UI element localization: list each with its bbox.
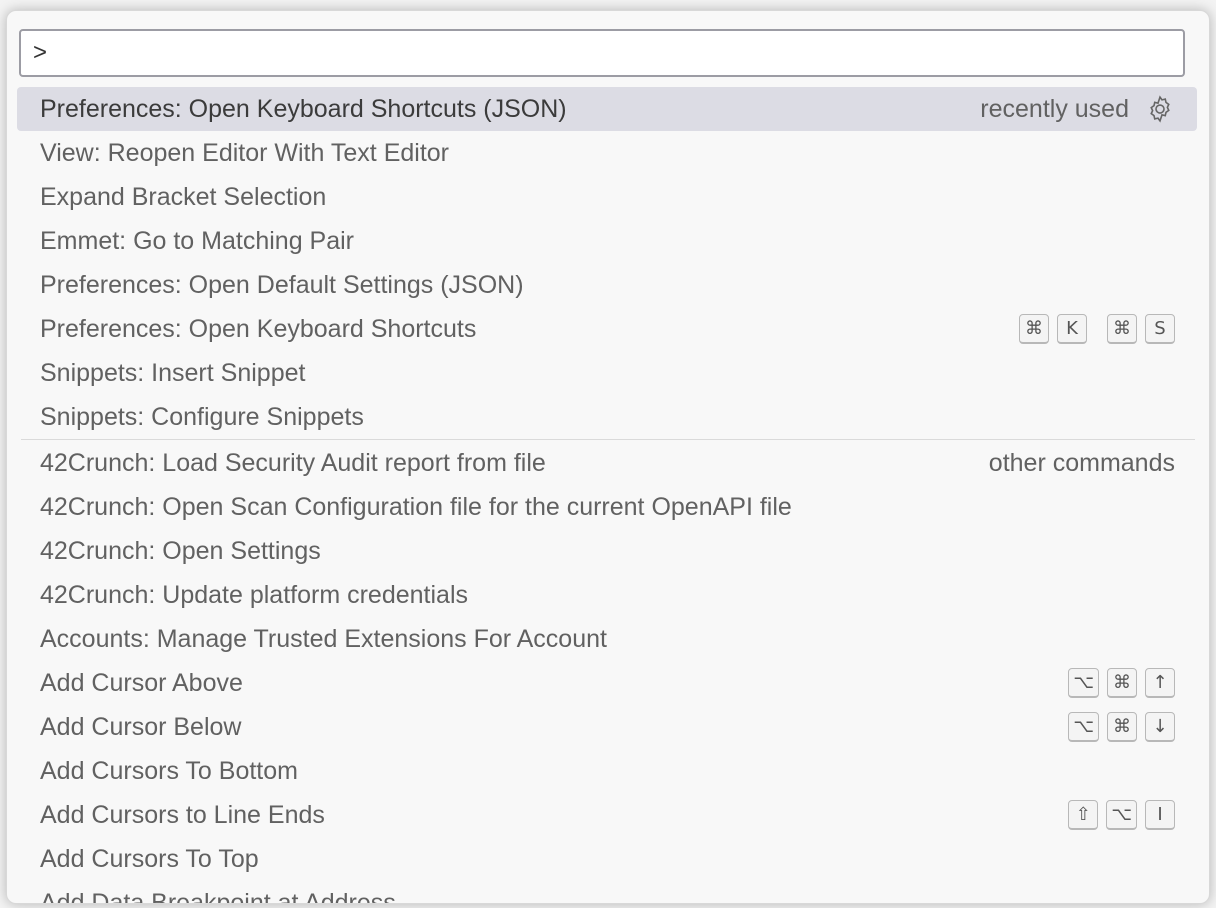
command-input-box[interactable] <box>19 29 1185 77</box>
key-chord: ⌥ ⌘ ↑ <box>1068 668 1175 698</box>
key-cap: ⌘ <box>1107 712 1137 742</box>
command-item-label: Preferences: Open Keyboard Shortcuts <box>40 314 477 343</box>
command-item-label: Add Data Breakpoint at Address <box>40 888 396 904</box>
key-chord: ⌘ K <box>1019 314 1087 344</box>
command-input[interactable] <box>21 31 1183 75</box>
keybinding: ⇧ ⌥ I <box>1068 800 1175 830</box>
key-cap: ↑ <box>1145 668 1175 698</box>
command-item[interactable]: Emmet: Go to Matching Pair <box>17 219 1197 263</box>
key-chord: ⌥ ⌘ ↓ <box>1068 712 1175 742</box>
command-item-meta: other commands <box>989 449 1175 478</box>
command-item[interactable]: 42Crunch: Load Security Audit report fro… <box>17 441 1197 485</box>
command-item[interactable]: View: Reopen Editor With Text Editor <box>17 131 1197 175</box>
command-item-label: 42Crunch: Update platform credentials <box>40 580 469 609</box>
command-item[interactable]: Snippets: Insert Snippet <box>17 351 1197 395</box>
keybinding: ⌥ ⌘ ↑ <box>1068 668 1175 698</box>
key-cap: ↓ <box>1145 712 1175 742</box>
command-item[interactable]: Add Data Breakpoint at Address <box>17 881 1197 904</box>
key-cap: S <box>1145 314 1175 344</box>
command-item-label: Accounts: Manage Trusted Extensions For … <box>40 624 607 653</box>
command-item[interactable]: Expand Bracket Selection <box>17 175 1197 219</box>
key-cap: ⇧ <box>1068 800 1099 830</box>
command-item[interactable]: Add Cursor Below ⌥ ⌘ ↓ <box>17 705 1197 749</box>
command-item-label: 42Crunch: Open Scan Configuration file f… <box>40 492 792 521</box>
group-label: other commands <box>988 448 1175 477</box>
command-item-meta: ⌥ ⌘ ↓ <box>1068 712 1175 742</box>
key-cap: ⌥ <box>1106 800 1137 830</box>
command-item-meta: recently used <box>980 94 1175 124</box>
command-item-label: Preferences: Open Keyboard Shortcuts (JS… <box>40 94 567 123</box>
keybinding: ⌘ K ⌘ S <box>1019 314 1175 344</box>
command-palette: Preferences: Open Keyboard Shortcuts (JS… <box>6 10 1210 904</box>
key-cap: ⌥ <box>1068 668 1099 698</box>
key-cap: ⌥ <box>1068 712 1099 742</box>
command-item-meta: ⌥ ⌘ ↑ <box>1068 668 1175 698</box>
command-item-label: Add Cursors to Line Ends <box>40 800 325 829</box>
command-item-label: Add Cursor Above <box>40 668 243 697</box>
command-item-label: Emmet: Go to Matching Pair <box>40 226 355 255</box>
command-item-label: Add Cursor Below <box>40 712 242 741</box>
command-item-label: 42Crunch: Load Security Audit report fro… <box>40 448 546 477</box>
command-item[interactable]: Add Cursors to Line Ends ⇧ ⌥ I <box>17 793 1197 837</box>
command-item[interactable]: Preferences: Open Keyboard Shortcuts (JS… <box>17 87 1197 131</box>
command-item-label: 42Crunch: Open Settings <box>40 536 321 565</box>
command-item[interactable]: Add Cursors To Top <box>17 837 1197 881</box>
command-item[interactable]: Snippets: Configure Snippets <box>17 395 1197 439</box>
command-item-meta: ⇧ ⌥ I <box>1068 800 1175 830</box>
command-item[interactable]: 42Crunch: Open Settings <box>17 529 1197 573</box>
command-item-label: Snippets: Insert Snippet <box>40 358 306 387</box>
keybinding: ⌥ ⌘ ↓ <box>1068 712 1175 742</box>
key-cap: ⌘ <box>1019 314 1049 344</box>
key-cap: ⌘ <box>1107 314 1137 344</box>
command-item-label: Add Cursors To Bottom <box>40 756 298 785</box>
command-item[interactable]: 42Crunch: Update platform credentials <box>17 573 1197 617</box>
command-item-label: Expand Bracket Selection <box>40 182 327 211</box>
command-item-label: Snippets: Configure Snippets <box>40 402 364 431</box>
key-cap: I <box>1145 800 1175 830</box>
key-cap: K <box>1057 314 1087 344</box>
key-chord: ⇧ ⌥ I <box>1068 800 1175 830</box>
command-item-label: Add Cursors To Top <box>40 844 259 873</box>
group-separator <box>21 439 1195 440</box>
command-item-label: View: Reopen Editor With Text Editor <box>40 138 449 167</box>
command-item[interactable]: Preferences: Open Keyboard Shortcuts ⌘ K ⌘ S <box>17 307 1197 351</box>
command-item-label: Preferences: Open Default Settings (JSON… <box>40 270 524 299</box>
command-item-meta: ⌘ K ⌘ S <box>1019 314 1175 344</box>
command-item[interactable]: Add Cursors To Bottom <box>17 749 1197 793</box>
command-item[interactable]: Accounts: Manage Trusted Extensions For … <box>17 617 1197 661</box>
command-item[interactable]: 42Crunch: Open Scan Configuration file f… <box>17 485 1197 529</box>
command-item[interactable]: Preferences: Open Default Settings (JSON… <box>17 263 1197 307</box>
gear-icon[interactable] <box>1145 94 1175 124</box>
key-chord: ⌘ S <box>1107 314 1175 344</box>
key-cap: ⌘ <box>1107 668 1137 698</box>
group-label: recently used <box>980 94 1129 123</box>
command-item[interactable]: Add Cursor Above ⌥ ⌘ ↑ <box>17 661 1197 705</box>
